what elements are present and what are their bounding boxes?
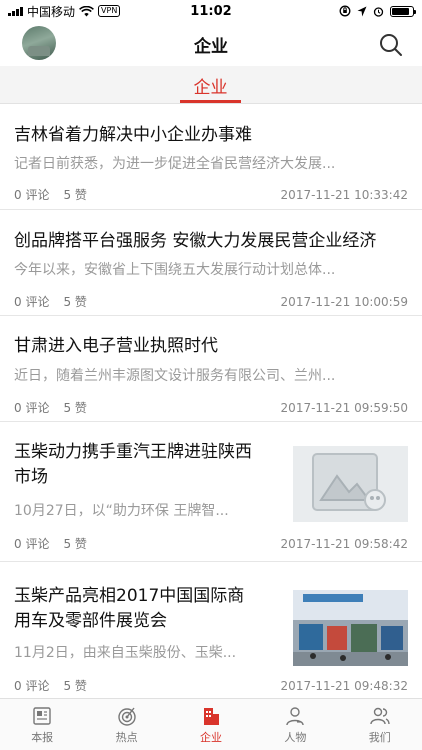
news-item[interactable]: 吉林省着力解决中小企业办事难 记者日前获悉，为进一步促进全省民营经济大发展...…: [0, 104, 422, 210]
news-title-line2: 用车及零部件展览会: [14, 611, 167, 631]
news-title-line2: 市场: [14, 467, 48, 487]
news-summary: 10月27日，以“助力环保 王牌智...: [14, 503, 229, 519]
location-icon: [357, 6, 367, 16]
news-meta: 0 评论 5 赞: [14, 294, 87, 310]
news-summary: 11月2日，由来自玉柴股份、玉柴...: [14, 645, 237, 661]
news-summary: 今年以来，安徽省上下围绕五大发展行动计划总体...: [14, 262, 336, 278]
tab-label: 我们: [368, 730, 391, 744]
person-card-icon: [286, 706, 305, 725]
news-item[interactable]: 玉柴产品亮相2017中国国际商 用车及零部件展览会 11月2日，由来自玉柴股份、…: [0, 562, 422, 698]
people-icon: [370, 707, 390, 724]
news-time: 2017-11-21 09:58:42: [280, 537, 408, 551]
avatar[interactable]: [22, 26, 56, 60]
tab-hot[interactable]: 热点: [84, 699, 168, 750]
target-icon: [117, 707, 136, 726]
news-meta: 0 评论 5 赞: [14, 678, 87, 694]
news-time: 2017-11-21 09:59:50: [280, 401, 408, 415]
wifi-icon: [79, 5, 94, 16]
news-thumbnail[interactable]: [293, 446, 408, 522]
news-title: 吉林省着力解决中小企业办事难: [14, 125, 252, 145]
news-title: 甘肃进入电子营业执照时代: [14, 336, 218, 356]
news-item[interactable]: 玉柴动力携手重汽王牌进驻陕西 市场 10月27日，以“助力环保 王牌智... 0…: [0, 422, 422, 562]
carrier-label: 中国移动: [27, 4, 76, 19]
status-left: 中国移动 VPN: [8, 3, 121, 20]
like-count: 5 赞: [63, 401, 87, 415]
tab-about-us[interactable]: 我们: [338, 699, 422, 750]
tab-enterprise-bottom[interactable]: 企业: [169, 699, 253, 750]
exhibition-photo: [293, 590, 408, 666]
status-bar: 中国移动 VPN 11:02: [0, 0, 422, 22]
vpn-badge: VPN: [98, 5, 121, 17]
tab-newspaper[interactable]: 本报: [0, 699, 84, 750]
comment-count: 0 评论: [14, 188, 50, 202]
news-meta: 0 评论 5 赞: [14, 536, 87, 552]
tab-label: 企业: [199, 730, 222, 744]
news-title: 创品牌搭平台强服务 安徽大力发展民营企业经济: [14, 231, 377, 251]
like-count: 5 赞: [63, 679, 87, 693]
news-meta: 0 评论 5 赞: [14, 400, 87, 416]
comment-count: 0 评论: [14, 537, 50, 551]
tab-label: 本报: [31, 730, 54, 744]
news-title-line1: 玉柴产品亮相2017中国国际商: [14, 586, 245, 606]
rotation-lock-icon: [339, 5, 351, 17]
comment-count: 0 评论: [14, 295, 50, 309]
signal-icon: [8, 6, 23, 16]
like-count: 5 赞: [63, 537, 87, 551]
newspaper-icon: [33, 706, 51, 725]
news-time: 2017-11-21 09:48:32: [280, 679, 408, 693]
news-time: 2017-11-21 10:00:59: [280, 295, 408, 309]
tab-enterprise[interactable]: 企业: [180, 66, 241, 104]
news-title-line1: 玉柴动力携手重汽王牌进驻陕西: [14, 442, 252, 462]
news-summary: 记者日前获悉，为进一步促进全省民营经济大发展...: [14, 156, 336, 172]
news-thumbnail[interactable]: [293, 590, 408, 666]
like-count: 5 赞: [63, 295, 87, 309]
image-placeholder-icon: [312, 453, 386, 511]
news-list[interactable]: 吉林省着力解决中小企业办事难 记者日前获悉，为进一步促进全省民营经济大发展...…: [0, 104, 422, 698]
battery-icon: [390, 5, 416, 17]
news-item[interactable]: 创品牌搭平台强服务 安徽大力发展民营企业经济 今年以来，安徽省上下围绕五大发展行…: [0, 210, 422, 316]
building-icon: [203, 707, 219, 725]
tab-active-underline: [180, 100, 241, 103]
battery-level: [392, 7, 409, 15]
tab-label: 热点: [115, 730, 138, 744]
comment-count: 0 评论: [14, 401, 50, 415]
news-meta: 0 评论 5 赞: [14, 187, 87, 203]
comment-count: 0 评论: [14, 679, 50, 693]
tab-label: 人物: [284, 730, 307, 744]
news-item[interactable]: 甘肃进入电子营业执照时代 近日，随着兰州丰源图文设计服务有限公司、兰州... 0…: [0, 316, 422, 422]
alarm-icon: [373, 6, 384, 17]
status-right: [339, 5, 416, 17]
bottom-tab-bar: 本报 热点 企业 人物 我们: [0, 698, 422, 750]
tab-people[interactable]: 人物: [253, 699, 337, 750]
nav-bar: 企业: [0, 22, 422, 66]
news-time: 2017-11-21 10:33:42: [280, 188, 408, 202]
news-summary: 近日，随着兰州丰源图文设计服务有限公司、兰州...: [14, 368, 336, 384]
search-icon[interactable]: [378, 32, 404, 58]
category-tab-strip: 企业: [0, 66, 422, 104]
like-count: 5 赞: [63, 188, 87, 202]
page-title: 企业: [194, 36, 228, 57]
